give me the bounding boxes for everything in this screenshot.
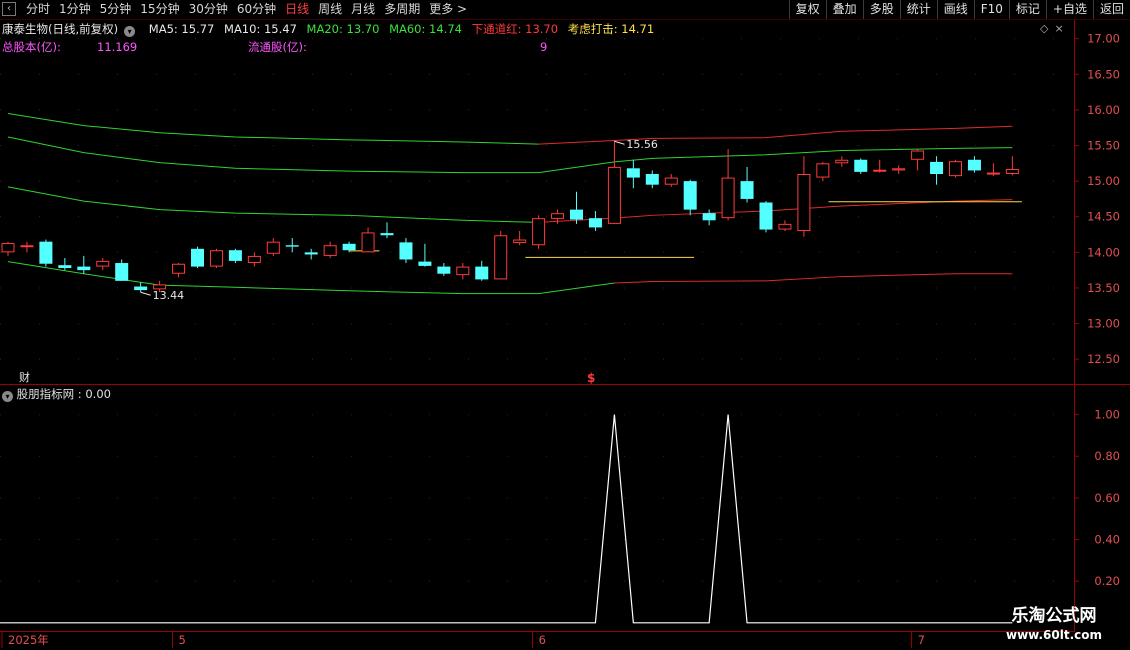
- price-tick-label: 13.50: [1087, 281, 1120, 295]
- candle-body-up: [532, 218, 546, 246]
- candle-body-up: [721, 177, 735, 219]
- candle-body-down: [115, 263, 129, 281]
- candle-body-down: [645, 174, 659, 185]
- date-tick-label: 7: [918, 633, 925, 647]
- price-axis: 17.00 16.50 16.00 15.50 15.00 14.50 14.00 13.50…: [1074, 32, 1120, 366]
- indicator-tick-label: 1.00: [1094, 408, 1120, 422]
- indicator-pane: 1.00 0.80 0.60 0.40 0.20: [0, 408, 1120, 624]
- indicator-tick-label: 0.60: [1094, 491, 1120, 505]
- candle-body-up: [778, 223, 792, 230]
- candle-body-down: [285, 245, 299, 247]
- candle-body-down: [854, 159, 868, 172]
- price-tick-label: 15.00: [1087, 174, 1120, 188]
- indicator-tick-label: 0.40: [1094, 533, 1120, 547]
- candle-body-up: [323, 245, 337, 256]
- candle-body-down: [342, 243, 356, 251]
- band-lines: [7, 112, 1013, 295]
- candle-body-down: [588, 218, 602, 228]
- candle-body-down: [77, 266, 91, 271]
- annotation-label: 15.56: [626, 138, 658, 151]
- candle-body-down: [304, 252, 318, 255]
- price-tick-label: 16.50: [1087, 67, 1120, 81]
- price-tick-label: 17.00: [1087, 32, 1120, 46]
- date-axis: 2025年 5 6 7: [1, 632, 925, 648]
- grid-lines: [0, 20, 1130, 632]
- candle-body-down: [437, 266, 451, 274]
- upper-outer-band-red: [538, 125, 1013, 145]
- candle-body-down: [702, 213, 716, 221]
- watermark-title: 乐淘公式网: [1011, 606, 1097, 626]
- date-tick-label: 6: [539, 633, 546, 647]
- watermark-url: www.60lt.com: [1005, 628, 1103, 642]
- candle-body-down: [380, 233, 394, 236]
- candle-body-up: [513, 239, 527, 244]
- watermark: 乐淘公式网 www.60lt.com: [990, 605, 1118, 647]
- candle-body-up: [247, 255, 261, 264]
- yellow-lines: [349, 201, 1022, 258]
- finance-marker[interactable]: 财: [19, 370, 30, 384]
- candle-body-up: [892, 168, 906, 171]
- candle-body-up: [456, 266, 470, 276]
- date-tick-label: 5: [179, 633, 186, 647]
- annotation-pointer: [140, 291, 151, 296]
- candle-body-up: [1005, 169, 1019, 175]
- indicator-name: 股朋指标网 : 0.00: [16, 387, 111, 401]
- indicator-tick-label: 0.20: [1094, 574, 1120, 588]
- candle-body-up: [172, 263, 186, 274]
- indicator-dropdown-icon[interactable]: ▾: [2, 391, 13, 402]
- candle-body-up: [551, 213, 565, 219]
- candle-body-down: [930, 161, 944, 175]
- candle-body-down: [399, 242, 413, 260]
- date-tick-label: 2025年: [8, 633, 49, 647]
- price-tick-label: 15.50: [1087, 139, 1120, 153]
- price-tick-label: 16.00: [1087, 103, 1120, 117]
- candle-body-down: [967, 159, 981, 171]
- candle-body-up: [494, 235, 508, 280]
- candle-body-down: [418, 261, 432, 266]
- indicator-tick-label: 0.80: [1094, 449, 1120, 463]
- candle-body-up: [664, 177, 678, 185]
- indicator-info-line: ▾ 股朋指标网 : 0.00: [2, 386, 111, 402]
- price-tick-label: 14.50: [1087, 210, 1120, 224]
- candle-body-up: [266, 241, 280, 254]
- candle-body-up: [816, 163, 830, 178]
- candle-body-up: [361, 232, 375, 253]
- candle-body-up: [607, 166, 621, 224]
- candle-body-up: [96, 260, 110, 267]
- candle-body-down: [759, 202, 773, 230]
- indicator-line: [0, 414, 1013, 624]
- candle-body-up: [1, 243, 15, 253]
- stock-chart-window: ‹ 分时 1分钟 5分钟 15分钟 30分钟 60分钟 日线 周线 月线 多周期 更多 > 复权 叠加…: [0, 0, 1130, 650]
- candle-body-up: [986, 172, 1000, 175]
- candle-body-up: [949, 161, 962, 177]
- dollar-marker[interactable]: $: [587, 371, 595, 385]
- price-tick-label: 14.00: [1087, 245, 1120, 259]
- candle-body-up: [873, 169, 887, 172]
- candle-body-up: [911, 150, 925, 160]
- candle-body-down: [39, 241, 53, 264]
- annotation-label: 13.44: [153, 289, 185, 302]
- candle-body-down: [475, 266, 489, 280]
- annotation-pointer: [614, 140, 625, 145]
- candle-body-down: [58, 265, 72, 269]
- candle-body-down: [191, 248, 204, 267]
- candle-body-down: [683, 181, 697, 210]
- candle-body-down: [740, 181, 754, 199]
- candle-body-up: [835, 159, 849, 164]
- upper-outer-band-green: [7, 112, 539, 145]
- candle-body-down: [228, 250, 242, 261]
- candles: [1, 141, 1019, 293]
- chart-area: 15.56 13.44 17.00 16.50 16.00 15.50 15.00 14.5…: [0, 20, 1130, 648]
- candle-body-down: [134, 286, 148, 291]
- candle-body-up: [797, 174, 811, 231]
- price-tick-label: 13.00: [1087, 317, 1120, 331]
- candle-body-up: [20, 245, 34, 248]
- candle-body-up: [209, 250, 223, 267]
- price-tick-label: 12.50: [1087, 352, 1120, 366]
- lower-band-red: [614, 273, 1013, 284]
- candle-body-down: [570, 209, 583, 220]
- candle-body-down: [626, 168, 640, 178]
